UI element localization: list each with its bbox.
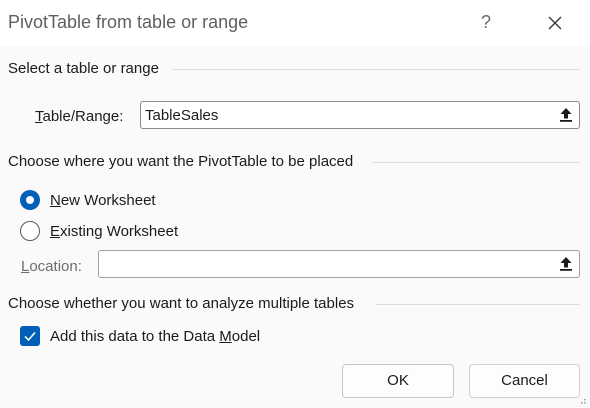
multiple-tables-heading: Choose whether you want to analyze multi… [8, 295, 355, 312]
table-range-accesskey: T [35, 108, 43, 125]
location-label-text: ocation: [29, 258, 82, 275]
existing-worksheet-label[interactable]: Existing Worksheet [50, 223, 178, 240]
location-label: Location: [21, 258, 82, 275]
location-field[interactable] [98, 250, 580, 278]
section-divider [172, 69, 580, 70]
upload-arrow-icon [560, 108, 572, 122]
new-worksheet-label-text: ew Worksheet [60, 192, 156, 209]
checkmark-icon [24, 331, 36, 342]
cancel-button[interactable]: Cancel [469, 364, 580, 398]
collapse-dialog-button[interactable] [555, 104, 577, 126]
new-worksheet-label[interactable]: New Worksheet [50, 192, 156, 209]
new-worksheet-radio[interactable] [20, 190, 40, 210]
help-button[interactable]: ? [472, 8, 500, 36]
section-divider [372, 162, 580, 163]
table-range-label-text: able/Range: [42, 108, 124, 125]
data-model-accesskey: M [219, 328, 232, 345]
dialog-title: PivotTable from table or range [8, 12, 249, 32]
select-table-heading: Select a table or range [8, 60, 159, 77]
close-button[interactable] [540, 8, 570, 38]
placement-heading: Choose where you want the PivotTable to … [8, 153, 354, 170]
table-range-label: Table/Range: [35, 108, 123, 125]
new-worksheet-accesskey: N [50, 192, 61, 209]
ok-button[interactable]: OK [342, 364, 454, 398]
table-range-value: TableSales [145, 107, 219, 124]
upload-arrow-icon [560, 257, 572, 271]
dialog-content: Select a table or range Table/Range: Tab… [0, 46, 590, 408]
existing-worksheet-radio[interactable] [20, 221, 40, 241]
pivottable-dialog: PivotTable from table or range ? Select … [0, 0, 590, 408]
location-collapse-button[interactable] [555, 253, 577, 275]
data-model-label[interactable]: Add this data to the Data Model [50, 328, 260, 345]
close-icon [548, 16, 562, 30]
data-model-label-text: Add this data to the Data [50, 328, 220, 345]
existing-worksheet-label-text: xisting Worksheet [60, 223, 179, 240]
resize-grip-icon[interactable] [580, 398, 586, 404]
data-model-label-end: odel [231, 328, 261, 345]
table-range-field[interactable]: TableSales [140, 101, 580, 129]
data-model-checkbox[interactable] [20, 326, 40, 346]
dialog-titlebar: PivotTable from table or range ? [0, 0, 590, 46]
existing-worksheet-accesskey: E [50, 223, 61, 240]
section-divider [376, 304, 580, 305]
